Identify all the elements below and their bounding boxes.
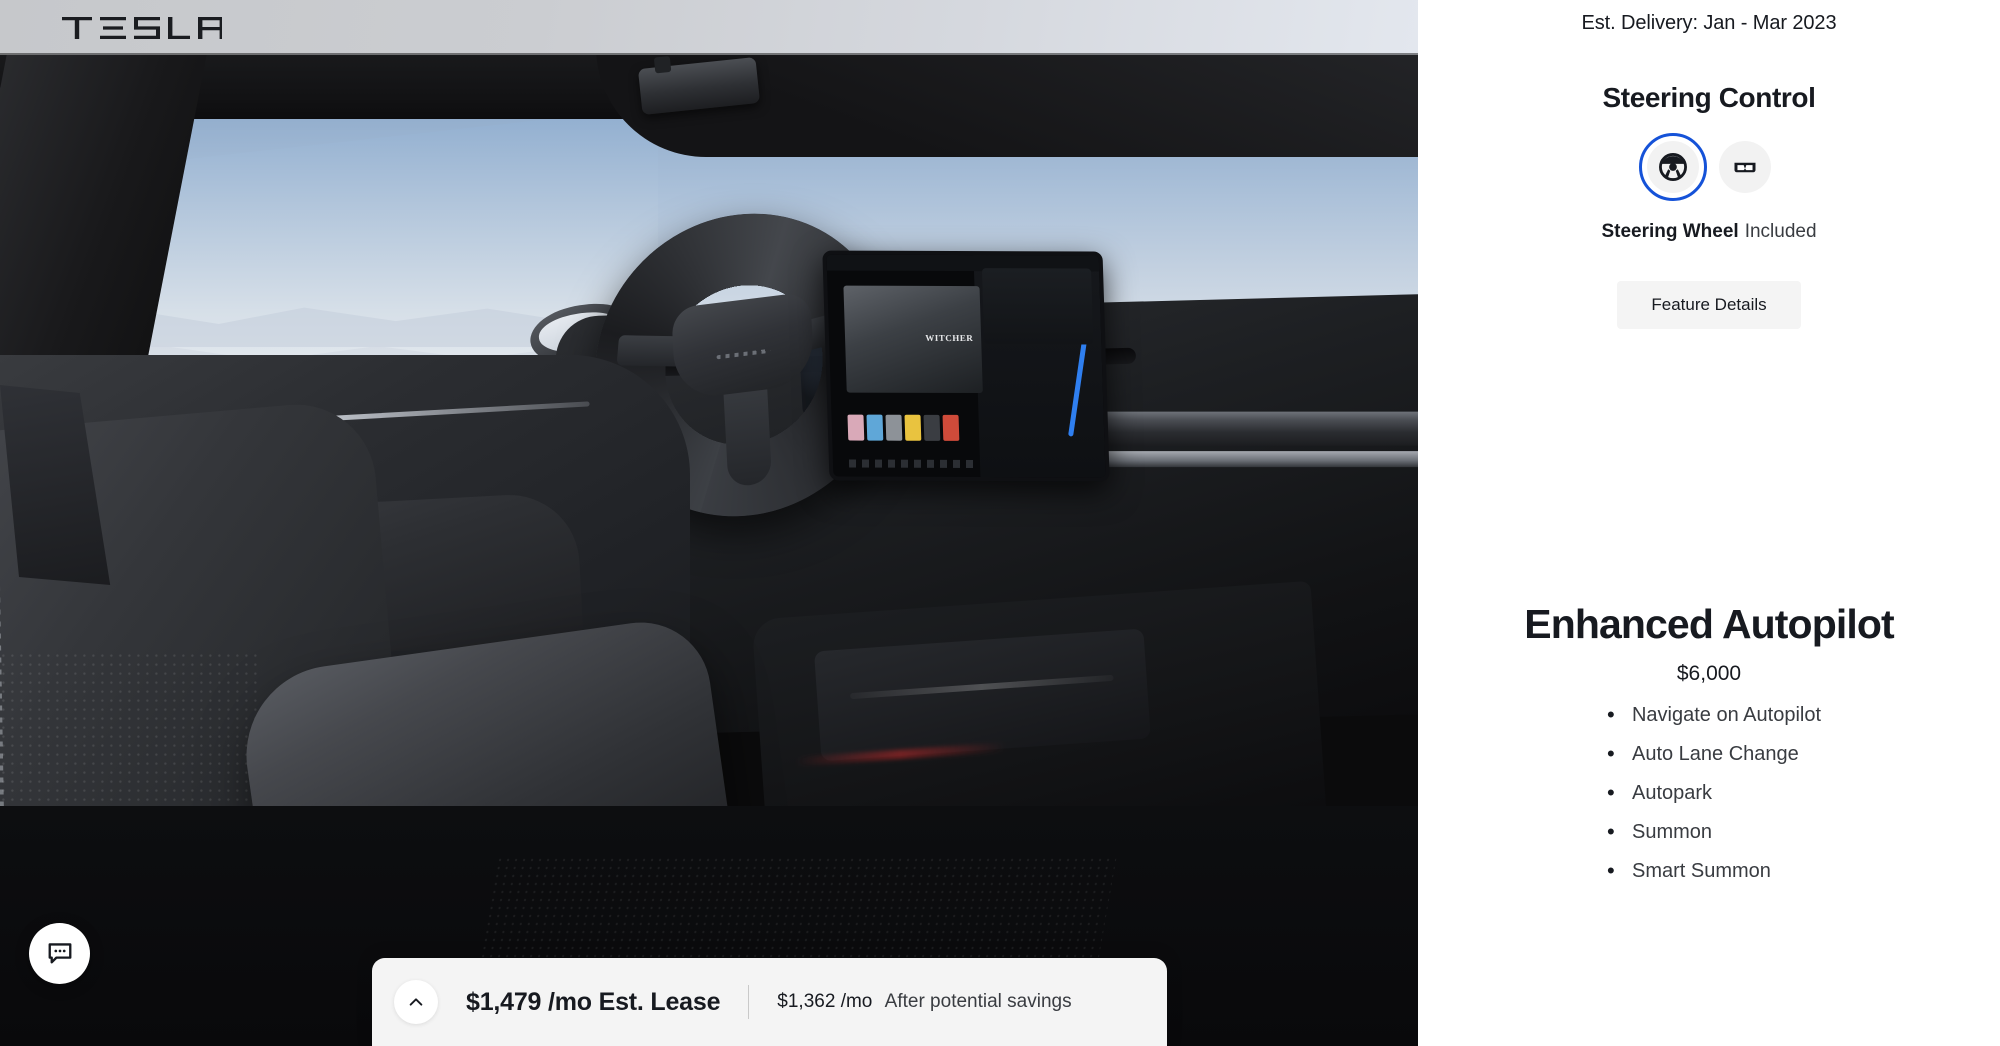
selected-option-status: Included xyxy=(1744,221,1817,242)
page-title: Steering Control xyxy=(1602,82,1816,113)
yoke-icon xyxy=(1734,162,1756,173)
center-touchscreen xyxy=(822,250,1110,482)
console-lid xyxy=(813,628,1151,762)
screen-nav-cards xyxy=(981,268,1094,345)
interior-photo xyxy=(0,55,1418,1046)
enhanced-autopilot-section: Enhanced Autopilot $6,000 Navigate on Au… xyxy=(1418,601,2000,899)
list-item: Navigate on Autopilot xyxy=(1607,702,1821,727)
list-item: Autopark xyxy=(1607,780,1821,805)
list-item: Smart Summon xyxy=(1607,858,1821,883)
price-summary-bar: $1,479 /mo Est. Lease $1,362 /mo After p… xyxy=(372,958,1167,1046)
steering-option-group xyxy=(1639,133,1771,201)
configuration-panel: Est. Delivery: Jan - Mar 2023 Steering C… xyxy=(1418,0,2000,1046)
savings-label: After potential savings xyxy=(884,991,1072,1012)
selected-option-name: Steering Wheel xyxy=(1601,221,1739,242)
screen-game-tiles xyxy=(847,415,960,442)
list-item: Summon xyxy=(1607,819,1821,844)
vehicle-viewer: $1,479 /mo Est. Lease $1,362 /mo After p… xyxy=(0,0,1418,1046)
autopilot-feature-list: Navigate on Autopilot Auto Lane Change A… xyxy=(1607,702,1821,899)
tesla-design-studio: $1,479 /mo Est. Lease $1,362 /mo After p… xyxy=(0,0,2000,1046)
savings-amount: $1,362 /mo xyxy=(777,991,873,1012)
steering-wheel-icon xyxy=(1659,153,1687,181)
option-steering-wheel[interactable] xyxy=(1639,133,1707,201)
lease-price: $1,479 /mo Est. Lease xyxy=(466,988,720,1017)
lease-amount: $1,479 /mo xyxy=(466,987,592,1016)
screen-game-poster xyxy=(843,285,984,393)
price-divider xyxy=(748,985,750,1019)
selected-option-label: Steering Wheel Included xyxy=(1601,221,1816,243)
tesla-logo[interactable] xyxy=(62,16,222,39)
chevron-up-icon[interactable] xyxy=(394,980,438,1024)
screen-app-dock xyxy=(849,459,975,469)
savings-price: $1,362 /mo After potential savings xyxy=(777,991,1071,1013)
autopilot-price: $6,000 xyxy=(1676,662,1742,685)
lease-label: Est. Lease xyxy=(598,987,721,1016)
option-yoke[interactable] xyxy=(1719,141,1771,193)
site-header xyxy=(0,0,1418,55)
estimated-delivery: Est. Delivery: Jan - Mar 2023 xyxy=(1581,12,1837,34)
list-item: Auto Lane Change xyxy=(1607,741,1821,766)
autopilot-title: Enhanced Autopilot xyxy=(1524,601,1894,647)
chat-bubble-icon[interactable] xyxy=(29,923,90,984)
feature-details-button[interactable]: Feature Details xyxy=(1617,281,1801,329)
